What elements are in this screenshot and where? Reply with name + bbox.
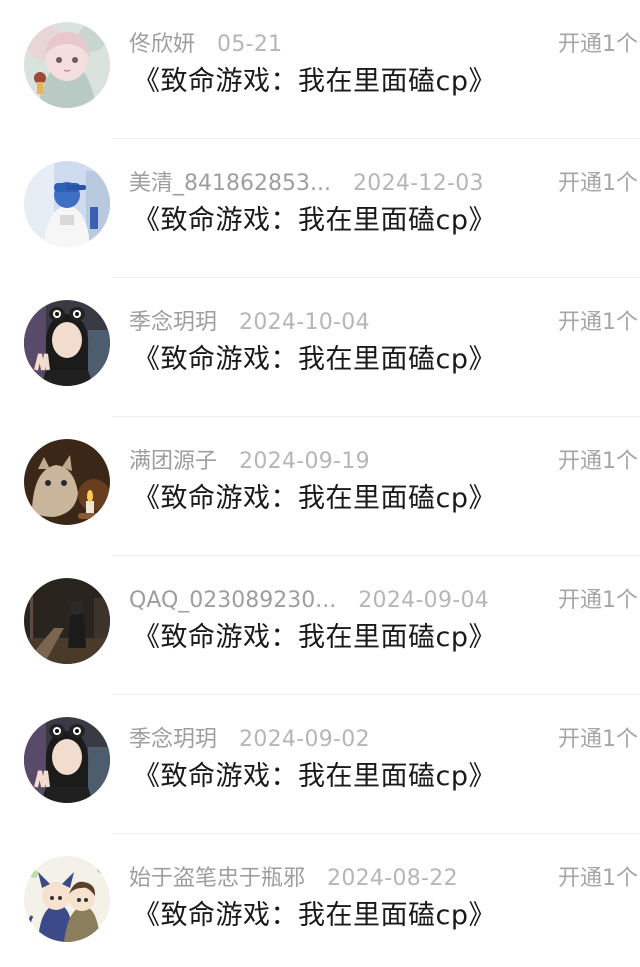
list-item[interactable]: 季念玥玥 2024-09-02 《致命游戏：我在里面磕cp》 开通1个 — [0, 695, 640, 834]
action-text: 开通1个 — [558, 32, 638, 57]
user-avatar[interactable] — [24, 717, 110, 803]
list-item[interactable]: 始于盗笔忠于瓶邪 2024-08-22 《致命游戏：我在里面磕cp》 开通1个 — [0, 834, 640, 967]
book-title[interactable]: 《致命游戏：我在里面磕cp》 — [133, 758, 496, 796]
record-meta: 季念玥玥 2024-10-04 — [129, 307, 370, 339]
record-date: 2024-09-19 — [239, 449, 370, 474]
cat-candle-avatar-icon — [24, 439, 110, 525]
record-meta: 季念玥玥 2024-09-02 — [129, 724, 370, 756]
girl-peace-sign-avatar-icon — [24, 717, 110, 803]
action-text: 开通1个 — [558, 310, 638, 335]
list-item[interactable]: 佟欣妍 05-21 《致命游戏：我在里面磕cp》 开通1个 — [0, 0, 640, 139]
cartoon-pair-avatar-icon — [24, 856, 110, 942]
list-item[interactable]: 满团源子 2024-09-19 《致命游戏：我在里面磕cp》 开通1个 — [0, 417, 640, 556]
girl-peace-sign-avatar-icon — [24, 300, 110, 386]
user-avatar[interactable] — [24, 22, 110, 108]
user-avatar[interactable] — [24, 161, 110, 247]
record-date: 2024-12-03 — [352, 171, 484, 196]
username[interactable]: 季念玥玥 — [129, 727, 217, 752]
username[interactable]: 满团源子 — [129, 449, 217, 474]
blue-cap-child-avatar-icon — [24, 161, 110, 247]
user-avatar[interactable] — [24, 856, 110, 942]
book-title[interactable]: 《致命游戏：我在里面磕cp》 — [133, 480, 496, 518]
action-text: 开通1个 — [558, 727, 638, 752]
user-avatar[interactable] — [24, 300, 110, 386]
record-date: 2024-08-22 — [327, 866, 458, 891]
book-title[interactable]: 《致命游戏：我在里面磕cp》 — [133, 63, 496, 101]
record-meta: 满团源子 2024-09-19 — [129, 446, 370, 478]
subscription-record-list: 佟欣妍 05-21 《致命游戏：我在里面磕cp》 开通1个 美清_84186285… — [0, 0, 640, 967]
record-meta: 佟欣妍 05-21 — [129, 29, 282, 61]
list-item[interactable]: 美清_841862853... 2024-12-03 《致命游戏：我在里面磕cp》… — [0, 139, 640, 278]
book-title[interactable]: 《致命游戏：我在里面磕cp》 — [133, 619, 496, 657]
list-item[interactable]: 季念玥玥 2024-10-04 《致命游戏：我在里面磕cp》 开通1个 — [0, 278, 640, 417]
book-title[interactable]: 《致命游戏：我在里面磕cp》 — [133, 897, 496, 935]
action-text: 开通1个 — [558, 449, 638, 474]
action-text: 开通1个 — [558, 866, 638, 891]
action-text: 开通1个 — [558, 588, 638, 613]
record-date: 2024-10-04 — [239, 310, 370, 335]
book-title[interactable]: 《致命游戏：我在里面磕cp》 — [133, 202, 496, 240]
night-street-avatar-icon — [24, 578, 110, 664]
username[interactable]: QAQ_023089230... — [129, 588, 336, 613]
username[interactable]: 始于盗笔忠于瓶邪 — [129, 866, 305, 891]
record-meta: QAQ_023089230... 2024-09-04 — [129, 585, 489, 617]
record-meta: 始于盗笔忠于瓶邪 2024-08-22 — [129, 863, 458, 895]
book-title[interactable]: 《致命游戏：我在里面磕cp》 — [133, 341, 496, 379]
record-date: 05-21 — [217, 32, 283, 57]
user-avatar[interactable] — [24, 439, 110, 525]
record-date: 2024-09-04 — [358, 588, 490, 613]
username[interactable]: 美清_841862853... — [129, 171, 331, 196]
anime-girl-avatar-icon — [24, 22, 110, 108]
record-date: 2024-09-02 — [239, 727, 370, 752]
username[interactable]: 佟欣妍 — [129, 32, 195, 57]
list-item[interactable]: QAQ_023089230... 2024-09-04 《致命游戏：我在里面磕cp… — [0, 556, 640, 695]
action-text: 开通1个 — [558, 171, 638, 196]
user-avatar[interactable] — [24, 578, 110, 664]
record-meta: 美清_841862853... 2024-12-03 — [129, 168, 484, 200]
username[interactable]: 季念玥玥 — [129, 310, 217, 335]
